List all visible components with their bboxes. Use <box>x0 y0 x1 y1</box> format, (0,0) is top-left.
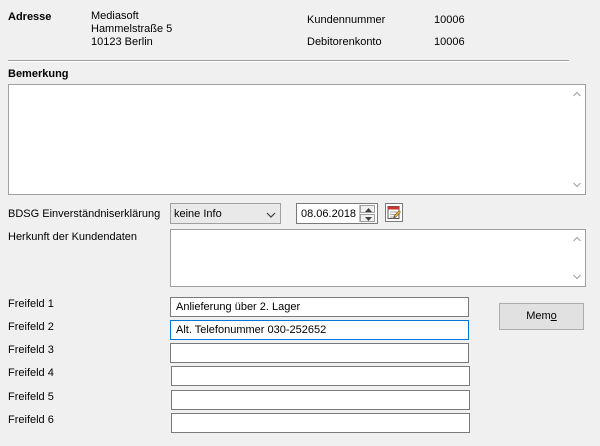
address-heading: Adresse <box>8 11 52 23</box>
free-field-4-text[interactable] <box>172 367 469 385</box>
free-field-6-text[interactable] <box>172 414 469 432</box>
date-spinner[interactable] <box>359 205 376 222</box>
free-field-1-text[interactable] <box>171 298 468 316</box>
remark-heading: Bemerkung <box>8 68 69 80</box>
free-field-2-text[interactable] <box>171 321 468 339</box>
chevron-up-icon[interactable] <box>573 91 581 97</box>
consent-select[interactable]: keine Info <box>170 203 281 224</box>
memo-button[interactable]: Memo <box>499 303 584 330</box>
free-field-2-label: Freifeld 2 <box>8 321 54 333</box>
consent-label: BDSG Einverständniserklärung <box>8 208 161 220</box>
origin-label: Herkunft der Kundendaten <box>8 231 138 243</box>
remark-textarea[interactable] <box>8 84 586 195</box>
free-field-3-input[interactable] <box>170 343 469 363</box>
consent-select-value: keine Info <box>174 208 222 220</box>
spin-up-button[interactable] <box>360 205 375 213</box>
chevron-down-icon[interactable] <box>573 182 581 188</box>
free-field-3-text[interactable] <box>171 344 468 362</box>
spin-down-button[interactable] <box>360 214 375 222</box>
chevron-up-icon[interactable] <box>573 236 581 242</box>
chevron-down-icon <box>266 210 276 218</box>
calendar-button[interactable] <box>385 203 403 222</box>
free-field-6-label: Freifeld 6 <box>8 414 54 426</box>
free-field-1-input[interactable] <box>170 297 469 317</box>
debitor-account-label: Debitorenkonto <box>307 36 382 48</box>
customer-number-label: Kundennummer <box>307 14 386 26</box>
address-line-3: 10123 Berlin <box>91 36 153 48</box>
free-field-1-label: Freifeld 1 <box>8 298 54 310</box>
chevron-down-icon[interactable] <box>573 274 581 280</box>
memo-button-label: Mem <box>526 310 551 322</box>
address-line-2: Hammelstraße 5 <box>91 23 173 35</box>
remark-scrollbar[interactable] <box>570 85 585 194</box>
free-field-3-label: Freifeld 3 <box>8 344 54 356</box>
customer-number-value: 10006 <box>434 14 465 26</box>
free-field-5-label: Freifeld 5 <box>8 391 54 403</box>
origin-textarea[interactable] <box>170 229 586 287</box>
free-field-2-input[interactable] <box>170 320 469 340</box>
free-field-5-text[interactable] <box>172 391 469 409</box>
free-field-6-input[interactable] <box>171 413 470 433</box>
memo-button-accel: o <box>550 310 557 322</box>
free-field-5-input[interactable] <box>171 390 470 410</box>
origin-scrollbar[interactable] <box>570 230 585 286</box>
address-line-1: Mediasoft <box>91 10 139 22</box>
free-field-4-input[interactable] <box>171 366 470 386</box>
debitor-account-value: 10006 <box>434 36 465 48</box>
separator <box>8 60 569 62</box>
consent-date-picker[interactable]: 08.06.2018 <box>296 203 378 224</box>
free-field-4-label: Freifeld 4 <box>8 367 54 379</box>
consent-date-value: 08.06.2018 <box>301 208 357 220</box>
